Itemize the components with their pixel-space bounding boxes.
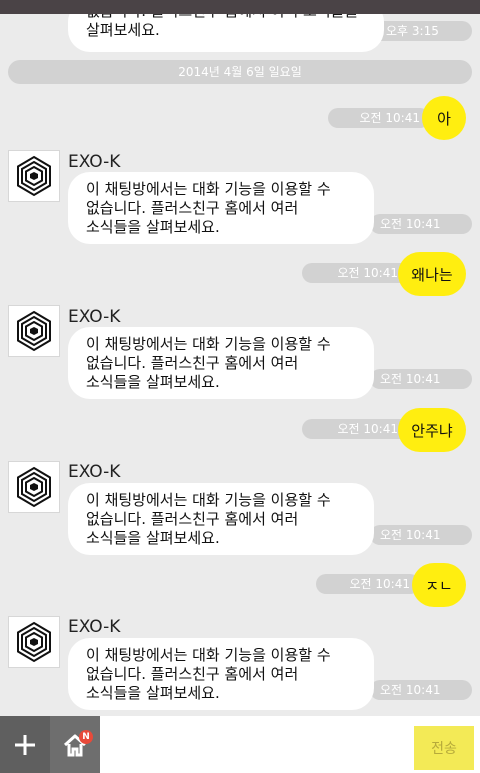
avatar[interactable] (8, 461, 60, 513)
message-time: 오전 10:41 (370, 525, 472, 545)
avatar[interactable] (8, 305, 60, 357)
message-line: 살펴보세요. (86, 21, 160, 39)
plus-button[interactable] (0, 716, 50, 773)
message-line: 없습니다. 플러스친구 홈에서 여러 (86, 354, 299, 372)
message-line: 소식들을 살펴보세요. (86, 684, 220, 702)
date-divider: 2014년 4월 6일 일요일 (8, 60, 472, 84)
sender-name: EXO-K (68, 617, 121, 637)
exo-logo-icon (17, 466, 51, 508)
sender-name: EXO-K (68, 462, 121, 482)
message-line: 소식들을 살펴보세요. (86, 529, 220, 547)
exo-logo-icon (17, 155, 51, 197)
message-line: 이 채팅방에서는 대화 기능을 이용할 수 (86, 646, 331, 664)
message-time: 오전 10:41 (316, 574, 420, 594)
message-time: 오전 10:41 (370, 680, 472, 700)
avatar[interactable] (8, 150, 60, 202)
outgoing-message: 아 (422, 96, 466, 140)
message-line: 이 채팅방에서는 대화 기능을 이용할 수 (86, 491, 331, 509)
message-bubble: 이 채팅방에서는 대화 기능을 이용할 수 없습니다. 플러스친구 홈에서 여러… (68, 483, 374, 555)
input-bar: N 전송 (0, 716, 480, 773)
message-time: 오전 10:41 (328, 108, 430, 128)
exo-logo-icon (17, 310, 51, 352)
send-button[interactable]: 전송 (414, 726, 474, 770)
message-line: 이 채팅방에서는 대화 기능을 이용할 수 (86, 180, 331, 198)
message-time: 오전 10:41 (370, 214, 472, 234)
avatar[interactable] (8, 616, 60, 668)
home-button[interactable]: N (50, 716, 100, 773)
message-time: 오전 10:41 (370, 369, 472, 389)
exo-logo-icon (17, 621, 51, 663)
message-time: 오전 10:41 (302, 419, 412, 439)
message-line: 없습니다. 플러스친구 홈에서 여러 (86, 510, 299, 528)
message-bubble: 이 채팅방에서는 대화 기능을 이용할 수 없습니다. 플러스친구 홈에서 여러… (68, 172, 374, 244)
outgoing-message: 왜나는 (398, 252, 466, 296)
notification-badge: N (79, 730, 93, 744)
sender-name: EXO-K (68, 152, 121, 172)
message-time: 오전 10:41 (302, 263, 412, 283)
message-line: 소식들을 살펴보세요. (86, 218, 220, 236)
top-bar (0, 0, 480, 14)
plus-icon (15, 734, 35, 755)
message-line: 소식들을 살펴보세요. (86, 373, 220, 391)
message-line: 없습니다. 플러스친구 홈에서 여러 (86, 665, 299, 683)
message-bubble: 이 채팅방에서는 대화 기능을 이용할 수 없습니다. 플러스친구 홈에서 여러… (68, 327, 374, 399)
message-bubble: 이 채팅방에서는 대화 기능을 이용할 수 없습니다. 플러스친구 홈에서 여러… (68, 638, 374, 710)
outgoing-message: 안주냐 (398, 408, 466, 452)
chat-area: 오후 3:15 없습니다. 플러스친구 홈에서 여러 소식들을 살펴보세요. 2… (0, 0, 480, 716)
message-input[interactable] (104, 726, 408, 766)
sender-name: EXO-K (68, 307, 121, 327)
outgoing-message: ㅈㄴ (412, 563, 466, 607)
message-line: 이 채팅방에서는 대화 기능을 이용할 수 (86, 335, 331, 353)
message-time: 오후 3:15 (370, 21, 472, 41)
message-line: 없습니다. 플러스친구 홈에서 여러 (86, 199, 299, 217)
